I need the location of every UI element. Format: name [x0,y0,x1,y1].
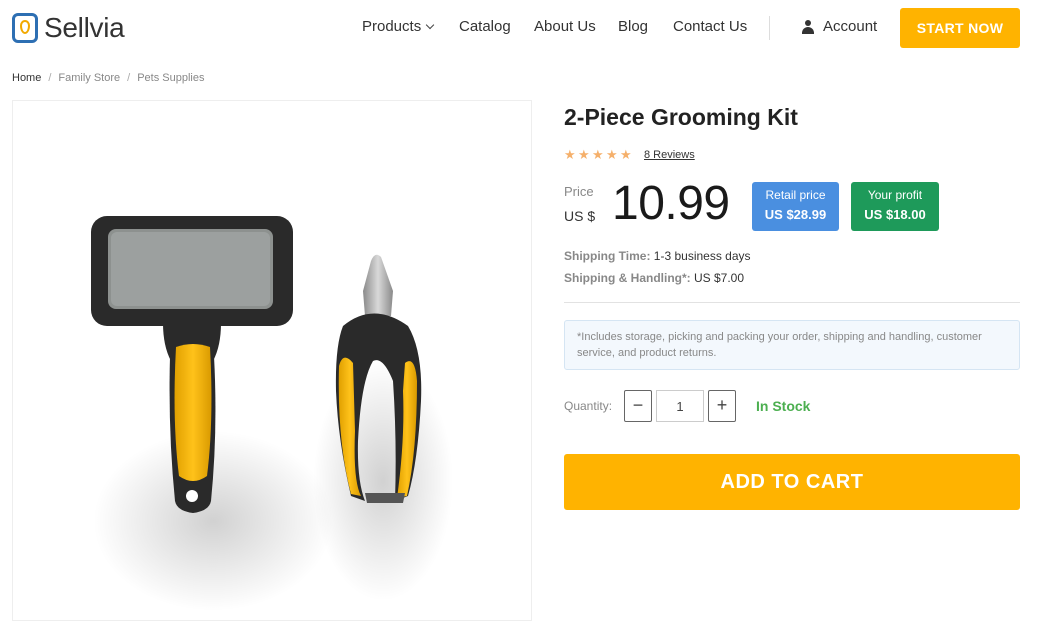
nav-item-label: Products [362,18,422,35]
product-title: 2-Piece Grooming Kit [564,104,798,130]
nav-divider [769,16,770,40]
price-currency: US $ [564,208,596,224]
star-icon: ★ [620,147,632,162]
quantity-decrease-button[interactable]: − [624,390,652,422]
map-pin-logo-icon [12,13,38,43]
account-link[interactable]: Account [801,18,877,35]
grooming-kit-image [91,216,453,611]
quantity-increase-button[interactable]: + [708,390,736,422]
breadcrumb-separator: / [48,72,52,84]
divider [564,302,1020,303]
quantity-label: Quantity: [564,399,613,413]
product-image[interactable] [12,100,532,621]
price-value: 10.99 [612,177,730,230]
breadcrumb-separator: / [127,72,131,84]
account-label: Account [823,18,878,35]
nav-item-catalog[interactable]: Catalog [459,18,511,35]
rating-stars: ★ ★ ★ ★ ★ [564,148,634,161]
shipping-note: *Includes storage, picking and packing y… [564,320,1020,370]
brand-name: Sellvia [44,12,125,43]
shipping-time-label: Shipping Time: [564,249,651,263]
shipping-handling-label: Shipping & Handling*: [564,271,691,285]
retail-price-label: Retail price [765,188,826,202]
retail-price-badge: Retail price US $28.99 [752,182,839,231]
logo[interactable]: Sellvia [12,12,125,44]
star-icon: ★ [564,147,576,162]
breadcrumb-pets-supplies[interactable]: Pets Supplies [137,72,204,84]
site-header: Sellvia Products Catalog About Us Blog C… [0,0,1037,56]
quantity-input[interactable] [656,390,704,422]
star-icon: ★ [578,147,590,162]
nav-item-blog[interactable]: Blog [618,18,648,35]
nav-item-products[interactable]: Products [362,18,435,35]
profit-label: Your profit [867,188,923,202]
user-icon [801,19,815,34]
add-to-cart-button[interactable]: ADD TO CART [564,454,1020,510]
nav-item-about-us[interactable]: About Us [534,18,596,35]
shipping-time-value: 1-3 business days [653,249,751,263]
shipping-handling: Shipping & Handling*: US $7.00 [564,271,744,285]
reviews-link[interactable]: 8 Reviews [644,149,695,161]
shipping-time: Shipping Time: 1-3 business days [564,249,751,263]
profit-badge: Your profit US $18.00 [851,182,939,231]
profit-value: US $18.00 [864,207,926,222]
retail-price-value: US $28.99 [764,207,827,222]
breadcrumb: Home / Family Store / Pets Supplies [12,72,204,84]
star-icon: ★ [592,147,604,162]
stock-status: In Stock [756,398,811,414]
chevron-down-icon [425,20,435,30]
star-icon: ★ [606,147,618,162]
breadcrumb-family-store[interactable]: Family Store [58,72,120,84]
price-label: Price [564,184,594,199]
nav-item-contact-us[interactable]: Contact Us [673,18,747,35]
start-now-button[interactable]: START NOW [900,8,1020,48]
shipping-handling-value: US $7.00 [694,271,745,285]
breadcrumb-home[interactable]: Home [12,72,41,84]
